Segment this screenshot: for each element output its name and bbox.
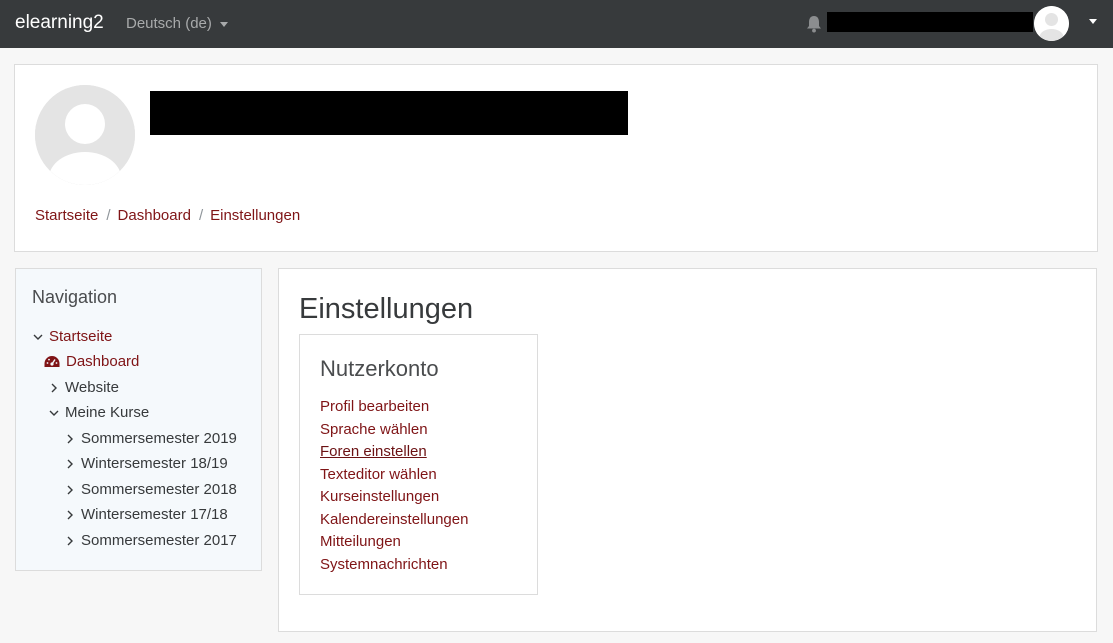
nav-item-dashboard[interactable]: Dashboard <box>44 353 139 370</box>
language-label: Deutsch (de) <box>126 15 212 32</box>
breadcrumb-separator: / <box>198 207 204 224</box>
chevron-down-icon[interactable] <box>48 407 60 419</box>
breadcrumb-separator: / <box>106 207 111 224</box>
link-systemnachrichten[interactable]: Systemnachrichten <box>320 554 468 577</box>
nav-item-startseite[interactable]: Startseite <box>32 328 112 345</box>
site-brand[interactable]: elearning2 <box>15 12 104 34</box>
page-header: Startseite / Dashboard / Einstellungen <box>14 64 1098 252</box>
chevron-down-icon <box>219 21 228 27</box>
link-foren-einstellen[interactable]: Foren einstellen <box>320 441 468 464</box>
nav-item-label[interactable]: Wintersemester 18/19 <box>81 455 228 472</box>
nav-item-label[interactable]: Startseite <box>49 328 112 345</box>
nav-item-course[interactable]: Wintersemester 18/19 <box>64 455 228 472</box>
nav-item-label[interactable]: Sommersemester 2017 <box>81 532 237 549</box>
settings-link-list: Profil bearbeiten Sprache wählen Foren e… <box>320 396 468 576</box>
breadcrumb-dashboard[interactable]: Dashboard <box>118 207 191 224</box>
chevron-right-icon[interactable] <box>64 509 76 521</box>
chevron-right-icon[interactable] <box>64 433 76 445</box>
link-kalendereinstellungen[interactable]: Kalendereinstellungen <box>320 509 468 532</box>
nav-item-website[interactable]: Website <box>48 379 119 396</box>
chevron-right-icon[interactable] <box>64 484 76 496</box>
bell-icon[interactable] <box>806 15 822 33</box>
link-kurseinstellungen[interactable]: Kurseinstellungen <box>320 486 468 509</box>
nav-item-label[interactable]: Wintersemester 17/18 <box>81 506 228 523</box>
top-navbar: elearning2 Deutsch (de) <box>0 0 1113 48</box>
breadcrumb-einstellungen[interactable]: Einstellungen <box>210 207 300 224</box>
nav-item-label[interactable]: Meine Kurse <box>65 404 149 421</box>
nav-item-label[interactable]: Dashboard <box>66 353 139 370</box>
nav-item-course[interactable]: Wintersemester 17/18 <box>64 506 228 523</box>
nav-item-course[interactable]: Sommersemester 2019 <box>64 430 237 447</box>
link-texteditor-waehlen[interactable]: Texteditor wählen <box>320 464 468 487</box>
nav-item-label[interactable]: Sommersemester 2019 <box>81 430 237 447</box>
nav-item-label[interactable]: Website <box>65 379 119 396</box>
full-name-redacted <box>150 91 628 135</box>
settings-section-nutzerkonto: Nutzerkonto Profil bearbeiten Sprache wä… <box>299 334 538 595</box>
main-content: Einstellungen Nutzerkonto Profil bearbei… <box>278 268 1097 632</box>
nav-item-course[interactable]: Sommersemester 2017 <box>64 532 237 549</box>
chevron-right-icon[interactable] <box>64 458 76 470</box>
nav-item-label[interactable]: Sommersemester 2018 <box>81 481 237 498</box>
navigation-block: Navigation Startseite Dashboard Website … <box>15 268 262 571</box>
chevron-right-icon[interactable] <box>64 535 76 547</box>
section-title: Nutzerkonto <box>320 356 439 381</box>
link-sprache-waehlen[interactable]: Sprache wählen <box>320 419 468 442</box>
dashboard-icon <box>44 355 60 369</box>
link-mitteilungen[interactable]: Mitteilungen <box>320 531 468 554</box>
nav-item-course[interactable]: Sommersemester 2018 <box>64 481 237 498</box>
navigation-title: Navigation <box>32 287 118 307</box>
language-menu[interactable]: Deutsch (de) <box>126 15 228 32</box>
user-avatar[interactable] <box>1034 6 1069 41</box>
breadcrumb-startseite[interactable]: Startseite <box>35 207 98 224</box>
chevron-down-icon[interactable] <box>32 331 44 343</box>
link-profil-bearbeiten[interactable]: Profil bearbeiten <box>320 396 468 419</box>
chevron-right-icon[interactable] <box>48 382 60 394</box>
user-name-redacted[interactable] <box>827 12 1033 32</box>
breadcrumb: Startseite / Dashboard / Einstellungen <box>35 207 300 224</box>
profile-picture[interactable] <box>35 85 135 185</box>
user-menu-chevron-down-icon[interactable] <box>1089 19 1097 24</box>
page-title: Einstellungen <box>299 293 474 325</box>
nav-item-meine-kurse[interactable]: Meine Kurse <box>48 404 149 421</box>
